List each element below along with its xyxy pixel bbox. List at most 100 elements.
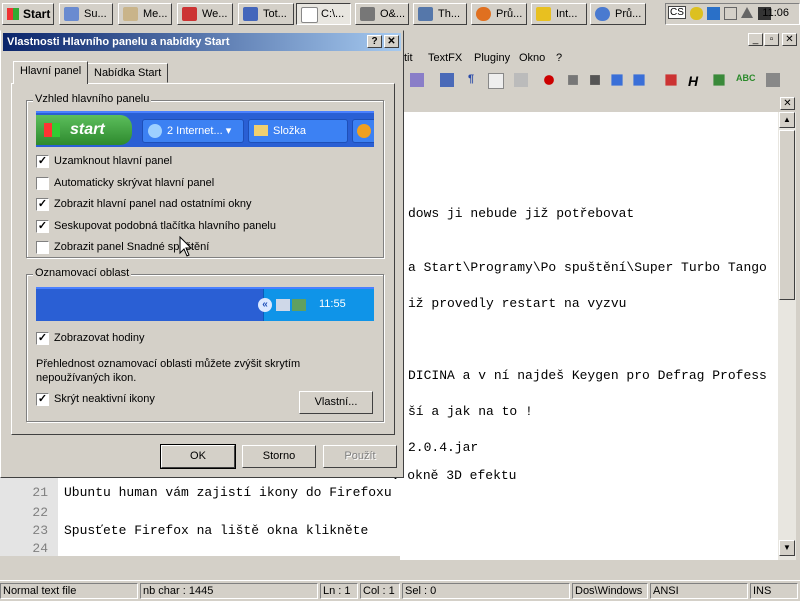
disc-icon bbox=[360, 7, 375, 21]
dialog-close-button[interactable]: ✕ bbox=[384, 35, 399, 48]
folder-icon bbox=[254, 125, 268, 136]
language-indicator[interactable]: CS bbox=[668, 6, 686, 19]
checkbox[interactable]: ✓ bbox=[36, 155, 49, 168]
scroll-down-button[interactable]: ▼ bbox=[779, 540, 795, 556]
preview-button-internet: 2 Internet... ▾ bbox=[142, 119, 244, 143]
checkbox[interactable]: ✓ bbox=[36, 393, 49, 406]
windows-flag-icon bbox=[44, 123, 60, 137]
taskbar: Start Su... Me... We... Tot... C:\... O&… bbox=[0, 0, 800, 31]
customize-button[interactable]: Vlastní... bbox=[299, 391, 373, 414]
heading-icon[interactable]: H bbox=[688, 73, 702, 89]
help-button[interactable]: ? bbox=[367, 35, 382, 48]
toolbar-icon[interactable] bbox=[410, 73, 424, 87]
mouse-cursor-icon bbox=[179, 236, 193, 257]
taskbar-button-1[interactable]: Su... bbox=[59, 3, 113, 25]
checkbox[interactable]: ✓ bbox=[36, 198, 49, 211]
code-line: dows ji nebude již potřebovat bbox=[408, 206, 635, 221]
checkbox[interactable] bbox=[36, 177, 49, 190]
code-line: iž provedly restart na vyzvu bbox=[408, 296, 627, 311]
taskbar-button-5[interactable]: C:\... bbox=[296, 3, 351, 25]
line-number: 23 bbox=[32, 523, 48, 538]
vertical-scrollbar-lower[interactable]: ▼ bbox=[778, 478, 796, 558]
tool-icon[interactable] bbox=[665, 74, 677, 86]
stop-icon[interactable] bbox=[568, 75, 578, 85]
menu-item-plugins[interactable]: Pluginy bbox=[474, 52, 510, 64]
firefox-icon bbox=[476, 7, 491, 21]
clock[interactable]: 11:06 bbox=[762, 7, 789, 19]
code-line: DICINA a v ní najdeš Keygen pro Defrag P… bbox=[408, 368, 767, 383]
save-macro-icon[interactable] bbox=[633, 74, 645, 86]
group-legend: Vzhled hlavního panelu bbox=[33, 93, 152, 105]
indent-guide-icon[interactable] bbox=[488, 73, 504, 89]
pilcrow-icon[interactable]: ¶ bbox=[464, 73, 478, 87]
notification-preview-image: « 11:55 bbox=[36, 287, 374, 321]
network-icon bbox=[276, 299, 290, 311]
ok-button[interactable]: OK bbox=[160, 444, 236, 469]
status-eol: Dos\Windows bbox=[572, 583, 648, 599]
minimize-button[interactable]: _ bbox=[748, 33, 763, 46]
status-insert-mode: INS bbox=[750, 583, 798, 599]
taskbar-button-4[interactable]: Tot... bbox=[238, 3, 294, 25]
tab-taskbar[interactable]: Hlavní panel bbox=[13, 61, 89, 84]
taskbar-button-7[interactable]: Th... bbox=[413, 3, 467, 25]
npp-editor-lower[interactable]: xxxxxxxxxxxxxxxxxxxxxxxxxxxxxxxxxxxxxxxx… bbox=[0, 468, 778, 556]
status-file-type: Normal text file bbox=[0, 583, 138, 599]
restore-button[interactable]: ▫ bbox=[764, 33, 779, 46]
scroll-thumb[interactable] bbox=[779, 130, 795, 300]
media-icon bbox=[357, 124, 371, 138]
menu-item-textfx[interactable]: TextFX bbox=[428, 52, 462, 64]
cancel-button[interactable]: Storno bbox=[242, 445, 316, 468]
play-multiple-icon[interactable] bbox=[611, 74, 623, 86]
menu-item-window[interactable]: Okno bbox=[519, 52, 545, 64]
filezilla-icon bbox=[182, 7, 197, 21]
taskbar-preview-image: start 2 Internet... ▾ Složka bbox=[36, 111, 374, 147]
taskbar-button-3[interactable]: We... bbox=[177, 3, 233, 25]
app-icon bbox=[64, 7, 79, 21]
close-tab-button[interactable]: ✕ bbox=[780, 97, 795, 110]
checkbox[interactable]: ✓ bbox=[36, 332, 49, 345]
tab-start-menu[interactable]: Nabídka Start bbox=[87, 63, 169, 83]
tray-app-icon[interactable] bbox=[690, 7, 703, 20]
taskbar-properties-dialog: Vlastnosti Hlavního panelu a nabídky Sta… bbox=[0, 30, 404, 478]
taskbar-button-10[interactable]: Prů... bbox=[590, 3, 646, 25]
status-encoding: ANSI bbox=[650, 583, 748, 599]
record-icon[interactable] bbox=[544, 75, 554, 85]
code-line: Ubuntu human vám zajistí ikony do Firefo… bbox=[64, 485, 392, 500]
checkbox[interactable] bbox=[36, 241, 49, 254]
play-icon[interactable] bbox=[590, 75, 600, 85]
system-tray: CS 11:06 bbox=[665, 3, 800, 25]
windows-flag-icon bbox=[7, 8, 19, 20]
taskbar-button-2[interactable]: Me... bbox=[118, 3, 172, 25]
menu-item-help[interactable]: ? bbox=[556, 52, 562, 64]
folder-icon bbox=[123, 7, 138, 21]
dialog-title-bar: Vlastnosti Hlavního panelu a nabídky Sta… bbox=[3, 33, 401, 51]
scroll-up-button[interactable]: ▲ bbox=[779, 112, 795, 128]
taskbar-button-8[interactable]: Prů... bbox=[471, 3, 527, 25]
taskbar-button-6[interactable]: O&... bbox=[355, 3, 409, 25]
checkbox[interactable]: ✓ bbox=[36, 220, 49, 233]
status-column: Col : 1 bbox=[360, 583, 400, 599]
printer-icon bbox=[292, 299, 306, 311]
status-bar: Normal text file nb char : 1445 Ln : 1 C… bbox=[0, 580, 800, 601]
line-number: 24 bbox=[32, 541, 48, 556]
eject-icon[interactable] bbox=[741, 7, 753, 18]
apply-button[interactable]: Použít bbox=[323, 445, 397, 468]
code-line: ší a jak na to ! bbox=[408, 404, 533, 419]
status-char-count: nb char : 1445 bbox=[140, 583, 318, 599]
wrap-icon[interactable] bbox=[440, 73, 454, 87]
close-button[interactable]: ✕ bbox=[782, 33, 797, 46]
code-line: 2.0.4.jar bbox=[408, 440, 479, 455]
line-number: 22 bbox=[32, 505, 48, 520]
menu-item[interactable]: tit bbox=[404, 52, 413, 64]
spellcheck-icon[interactable]: ABC bbox=[736, 73, 756, 87]
start-button[interactable]: Start bbox=[2, 3, 54, 25]
print-icon[interactable] bbox=[766, 73, 780, 87]
npp-title-area: _ ▫ ✕ bbox=[400, 30, 800, 48]
taskbar-button-9[interactable]: Int... bbox=[531, 3, 587, 25]
bookmark-icon[interactable] bbox=[713, 74, 725, 86]
preview-start-button: start bbox=[36, 115, 132, 145]
zoom-icon[interactable] bbox=[514, 73, 528, 87]
network-icon[interactable] bbox=[707, 7, 720, 20]
monitor-icon[interactable] bbox=[724, 7, 737, 20]
preview-button-folder: Složka bbox=[248, 119, 348, 143]
